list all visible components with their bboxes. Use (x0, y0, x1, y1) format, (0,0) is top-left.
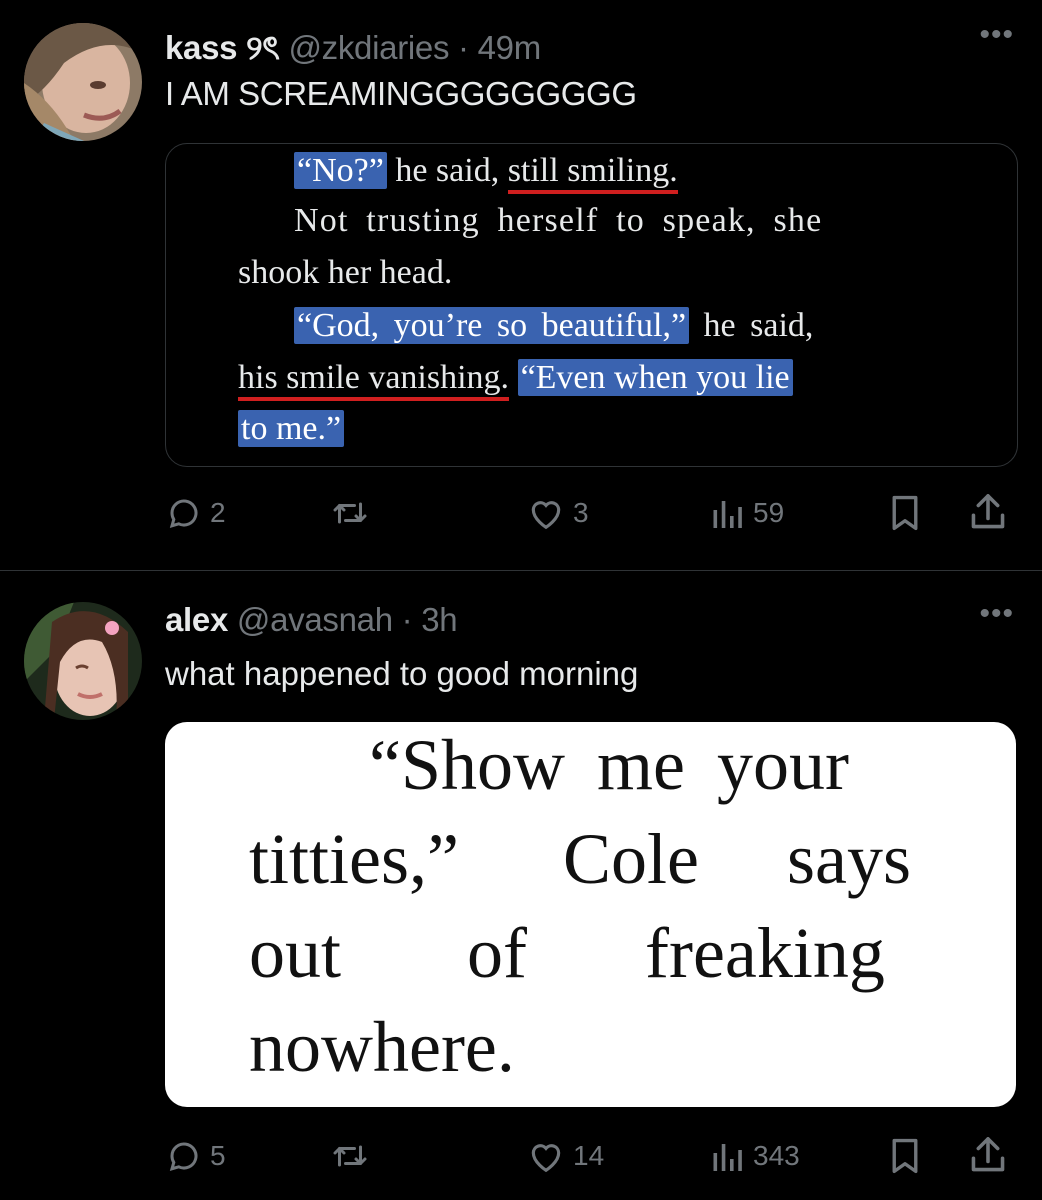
excerpt-line: shook her head. (238, 254, 453, 291)
action-bar: 5 14 343 (0, 1130, 1042, 1180)
display-name[interactable]: kass (165, 29, 238, 66)
excerpt-word: out (249, 913, 342, 993)
underlined-text: still smiling. (507, 152, 678, 194)
share-button[interactable] (968, 491, 1008, 533)
share-button[interactable] (968, 1134, 1008, 1176)
action-bar: 2 3 59 (0, 487, 1042, 537)
highlighted-text: to me.” (238, 410, 345, 447)
share-upload-icon (971, 494, 1005, 529)
bar-chart-icon (713, 1144, 742, 1171)
separator-dot: · (401, 601, 413, 638)
bookmark-icon (892, 495, 918, 531)
more-options-icon[interactable]: ••• (979, 597, 1014, 631)
media-image[interactable]: “Show me your titties,” Cole says out of… (165, 722, 1016, 1107)
heart-icon (531, 1144, 561, 1173)
reply-count: 5 (210, 1140, 226, 1171)
handle[interactable]: @zkdiaries (288, 29, 449, 66)
tweet-header: kass ୨ৎ @zkdiaries · 49m (165, 22, 541, 78)
view-count: 59 (753, 497, 785, 528)
like-count: 3 (573, 497, 589, 528)
excerpt-line: “No?” he said, still smiling. (294, 152, 678, 194)
excerpt-word: of (467, 913, 527, 993)
excerpt-line: Not trusting herself to speak, she (294, 202, 823, 239)
bar-chart-icon (713, 501, 742, 528)
bookmark-icon (892, 1138, 918, 1174)
repost-arrows-icon (333, 502, 367, 524)
excerpt-line: nowhere. (249, 1007, 515, 1087)
timestamp[interactable]: 3h (421, 601, 457, 638)
like-count: 14 (573, 1140, 605, 1171)
excerpt-word: says (787, 819, 911, 899)
bookmark-button[interactable] (886, 1136, 924, 1176)
repost-button[interactable] (330, 495, 370, 531)
excerpt-line: “Show me your (369, 725, 849, 805)
excerpt-word: titties,” (249, 819, 459, 899)
excerpt-text: he said, (689, 307, 814, 344)
views-button[interactable]: 59 (709, 495, 784, 531)
excerpt-text: he said, (386, 152, 508, 189)
excerpt-text (509, 359, 518, 396)
excerpt-line: his smile vanishing. “Even when you lie (238, 359, 793, 401)
display-name[interactable]: alex (165, 601, 228, 638)
like-button[interactable]: 14 (527, 1138, 604, 1174)
highlighted-text: “No?” (294, 152, 387, 189)
excerpt-line: to me.” (238, 410, 345, 448)
avatar[interactable] (24, 602, 142, 720)
handle[interactable]: @avasnah (237, 601, 393, 638)
excerpt-line: titties,” (249, 818, 459, 901)
timestamp[interactable]: 49m (478, 29, 542, 66)
avatar[interactable] (24, 23, 142, 141)
reply-button[interactable]: 2 (166, 495, 226, 531)
share-upload-icon (971, 1137, 1005, 1172)
speech-bubble-icon (169, 499, 198, 528)
speech-bubble-icon (169, 1142, 198, 1171)
heart-icon (531, 501, 561, 530)
bookmark-button[interactable] (886, 493, 924, 533)
reply-count: 2 (210, 497, 226, 528)
tweet-text: what happened to good morning (165, 655, 639, 692)
excerpt-line: “God, you’re so beautiful,” he said, (294, 307, 813, 345)
underlined-text: his smile vanishing. (238, 359, 510, 401)
views-button[interactable]: 343 (709, 1138, 800, 1174)
tweet[interactable]: alex @avasnah · 3h ••• what happened to … (0, 571, 1042, 1200)
excerpt-word: freaking (645, 913, 885, 993)
view-count: 343 (753, 1140, 800, 1171)
name-emoji: ୨ৎ (246, 29, 280, 66)
more-options-icon[interactable]: ••• (979, 18, 1014, 52)
tweet[interactable]: kass ୨ৎ @zkdiaries · 49m ••• I AM SCREAM… (0, 0, 1042, 570)
tweet-text: I AM SCREAMINGGGGGGGGG (165, 75, 637, 112)
reply-button[interactable]: 5 (166, 1138, 226, 1174)
like-button[interactable]: 3 (527, 495, 589, 531)
highlighted-text: “Even when you lie (517, 359, 793, 396)
separator-dot: · (458, 29, 469, 66)
highlighted-text: “God, you’re so beautiful,” (294, 307, 690, 344)
tweet-header: alex @avasnah · 3h (165, 601, 458, 639)
excerpt-word: Cole (563, 819, 699, 899)
media-image[interactable]: “No?” he said, still smiling. Not trusti… (165, 143, 1018, 467)
repost-button[interactable] (330, 1138, 370, 1174)
repost-arrows-icon (333, 1145, 367, 1167)
